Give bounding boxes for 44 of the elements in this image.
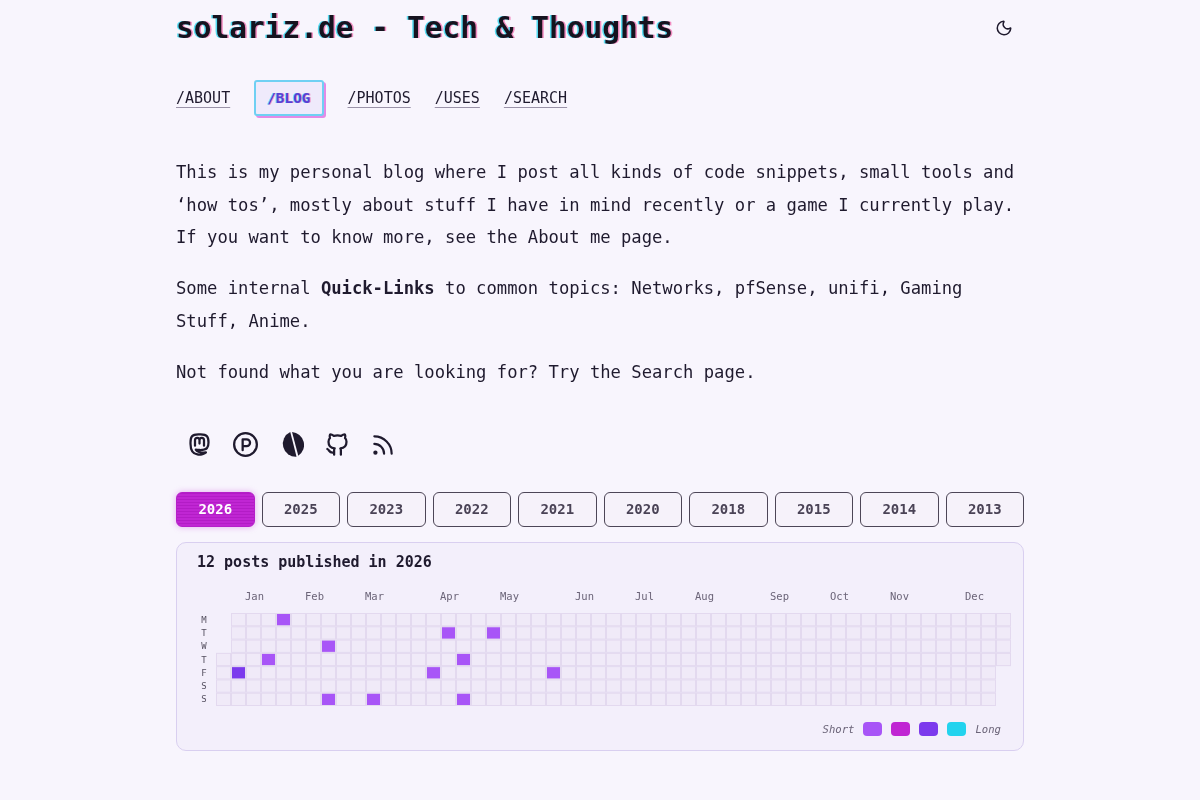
month-label: Dec [965, 589, 984, 602]
nav-link[interactable]: /PHOTOS [347, 88, 411, 108]
nav-link[interactable]: /BLOG [254, 80, 324, 116]
month-label: Apr [440, 589, 459, 602]
weekday-label: M [201, 614, 207, 625]
legend-high-label: Long [975, 721, 1001, 737]
year-tab[interactable]: 2021 [518, 491, 597, 527]
month-label: May [500, 589, 519, 602]
year-tab[interactable]: 2022 [432, 491, 511, 527]
year-tab[interactable]: 2018 [689, 491, 768, 527]
p-circle-icon[interactable] [232, 432, 258, 457]
year-tab[interactable]: 2026 [176, 491, 255, 527]
github-icon[interactable] [323, 431, 351, 458]
intro-paragraph: Not found what you are looking for? Try the Search page. [176, 360, 757, 384]
month-label: Nov [890, 589, 909, 602]
year-tab[interactable]: 2015 [774, 491, 853, 527]
month-label: Jun [575, 589, 594, 602]
weekday-label: T [201, 654, 207, 664]
nav-link[interactable]: /ABOUT [176, 88, 231, 108]
site-title: solariz.de - Tech & Thoughts [176, 10, 674, 46]
intro-paragraph: This is my personal blog where I post all kinds of code snippets, small tools and ‘how tos’, mostly about stuff I have in mind recently or a game I currently play. If you want to know more, see the About me page. [176, 161, 1016, 249]
legend-low-label: Short [822, 721, 855, 737]
activity-title: 12 posts published in 2026 [197, 551, 433, 572]
year-tab[interactable]: 2013 [945, 491, 1024, 527]
month-label: Mar [365, 589, 384, 602]
weekday-label: W [201, 640, 207, 651]
year-tab[interactable]: 2023 [347, 491, 426, 527]
nav-link[interactable]: /SEARCH [503, 88, 568, 108]
month-label: Feb [305, 589, 324, 602]
month-label: Jul [635, 589, 654, 602]
nav-link[interactable]: /USES [434, 88, 480, 108]
moon-icon[interactable] [995, 19, 1013, 37]
weekday-label: S [201, 693, 207, 704]
month-label: Oct [830, 589, 849, 602]
weekday-label: F [201, 667, 207, 678]
weekday-label: S [201, 680, 207, 691]
month-label: Sep [770, 589, 789, 602]
weekday-label: T [201, 627, 207, 638]
intro-paragraph: Some internal Quick-Links to common topics: Networks, pfSense, unifi, Gaming Stuff, Anime. [176, 277, 964, 333]
year-tab[interactable]: 2014 [860, 491, 939, 527]
month-label: Aug [695, 589, 714, 602]
year-tab[interactable]: 2025 [261, 491, 340, 527]
month-label: Jan [245, 589, 264, 602]
year-tab[interactable]: 2020 [603, 491, 682, 527]
